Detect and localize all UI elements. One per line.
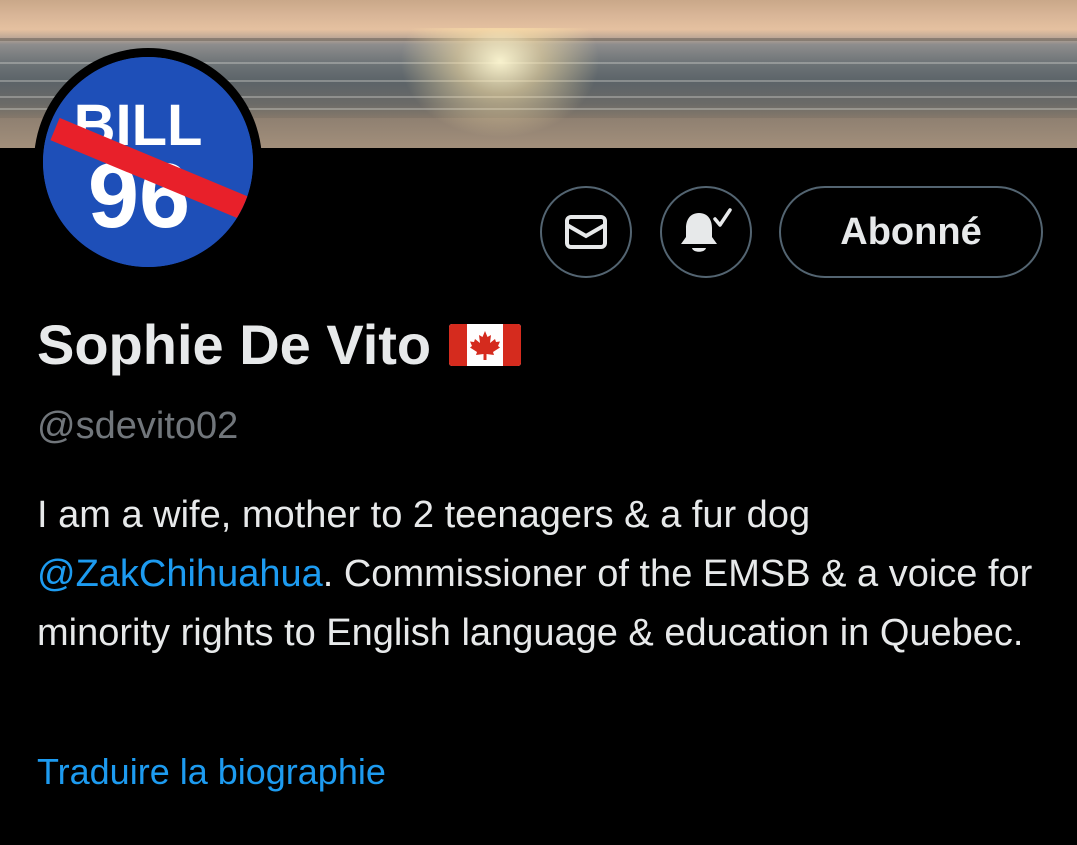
envelope-icon xyxy=(565,215,607,249)
notifications-button[interactable] xyxy=(660,186,752,278)
banner-sun-glow xyxy=(400,28,600,138)
profile-avatar[interactable]: BILL 96 xyxy=(34,48,262,276)
following-button[interactable]: Abonné xyxy=(779,186,1043,278)
message-button[interactable] xyxy=(540,186,632,278)
bio-mention-link[interactable]: @ZakChihuahua xyxy=(37,553,323,595)
bio-text: I am a wife, mother to 2 teenagers & a f… xyxy=(37,494,811,536)
profile-handle: @sdevito02 xyxy=(37,405,239,447)
avatar-image: BILL 96 xyxy=(43,57,253,267)
display-name: Sophie De Vito xyxy=(37,313,432,376)
profile-bio: I am a wife, mother to 2 teenagers & a f… xyxy=(37,486,1047,663)
translate-bio-link[interactable]: Traduire la biographie xyxy=(37,748,386,796)
bill-96-logo: BILL 96 xyxy=(43,57,253,267)
name-row: Sophie De Vito xyxy=(37,312,522,378)
canada-flag-icon xyxy=(449,324,522,366)
bell-check-icon xyxy=(681,208,732,252)
